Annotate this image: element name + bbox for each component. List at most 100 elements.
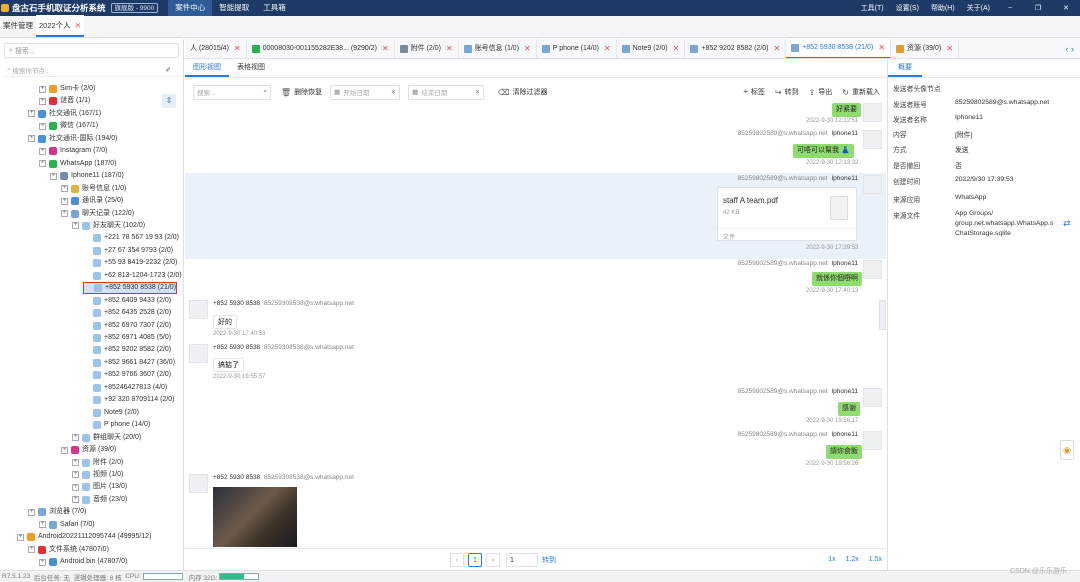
minimize-icon[interactable]: −: [996, 5, 1024, 12]
delete-restore-button[interactable]: 🗑 删除恢复: [281, 87, 322, 97]
tree-node[interactable]: + Android.bin (47807/0): [39, 556, 127, 568]
menu-settings[interactable]: 设置(S): [890, 3, 925, 13]
expand-toggle-icon[interactable]: +: [72, 471, 79, 479]
tree-node[interactable]: + 音频 (23/0): [72, 494, 127, 506]
tree-node[interactable]: ++852 5930 8538 (21/0): [83, 282, 178, 295]
tree-node[interactable]: + 资源 (39/0): [61, 444, 116, 456]
file-attachment-card[interactable]: staff A team.pdf 42 KB 文件: [717, 187, 857, 241]
document-tab[interactable]: +852 9202 8582 (2/0) ✕: [685, 39, 787, 58]
tree-node[interactable]: ++852 9766 3607 (2/0): [83, 369, 171, 381]
chat-view[interactable]: 好紧要 2022-9-30 12:12:51 85259802589@s.wha…: [185, 103, 886, 548]
document-tab[interactable]: 账号信息 (1/0) ✕: [459, 39, 537, 58]
property-value[interactable]: 否: [955, 160, 962, 170]
tree-node[interactable]: + Instagram (7/0): [39, 145, 107, 157]
tree-node[interactable]: ++27 67 354 9793 (2/0): [83, 245, 173, 257]
close-tab-icon[interactable]: ✕: [446, 39, 453, 58]
expand-toggle-icon[interactable]: +: [72, 459, 79, 466]
document-tab[interactable]: P phone (14/0) ✕: [537, 39, 617, 58]
document-tab[interactable]: 00008030-001155282E38... (9290/2) ✕: [247, 39, 395, 58]
tree-node[interactable]: + 谜音 (1/1): [39, 95, 90, 107]
property-value[interactable]: App Groups/: [955, 210, 993, 217]
clear-filter-button[interactable]: ⌫ 清除过滤器: [498, 87, 547, 97]
zoom-1-2x-button[interactable]: 1.2x: [846, 556, 859, 563]
tree-node[interactable]: + 好友聊天 (102/0): [72, 220, 145, 232]
tree-node[interactable]: + 微信 (167/1): [39, 120, 98, 132]
expand-toggle-icon[interactable]: +: [39, 521, 46, 529]
expand-toggle-icon[interactable]: +: [61, 210, 68, 217]
property-value[interactable]: 2022/9/30 17:39:53: [955, 176, 1014, 183]
tab-table-view[interactable]: 表格视图: [229, 58, 273, 77]
expand-toggle-icon[interactable]: +: [61, 185, 68, 193]
document-tab[interactable]: Note9 (2/0) ✕: [617, 39, 686, 58]
expand-toggle-icon[interactable]: +: [28, 110, 35, 118]
tree-node[interactable]: + 社交通讯 (167/1): [28, 108, 101, 120]
tree-search-input[interactable]: ⌕ 搜索...: [4, 43, 179, 58]
tree-node[interactable]: + 浏览器 (7/0): [28, 506, 86, 518]
close-tab-icon[interactable]: ✕: [382, 39, 389, 58]
tree-node[interactable]: ++62 813-1204-1723 (2/0): [83, 270, 182, 282]
close-tab-icon[interactable]: ✕: [774, 39, 781, 58]
expand-toggle-icon[interactable]: +: [61, 446, 68, 454]
tree-node[interactable]: ++852 6409 9433 (2/0): [83, 295, 171, 307]
message-bubble[interactable]: 感谢: [838, 402, 860, 416]
tree-node[interactable]: ++852 6970 7307 (2/0): [83, 320, 171, 332]
floating-tool-icon[interactable]: ◉: [1060, 440, 1074, 460]
chat-search-input[interactable]: 搜索... ⌕: [193, 84, 271, 100]
tree-node[interactable]: + Iphone11 (187/0): [50, 170, 124, 182]
tree-node[interactable]: ++92 320 8709114 (2/0): [83, 394, 175, 406]
reload-button[interactable]: ↻ 重新载入: [842, 87, 880, 97]
property-value[interactable]: WhatsApp: [955, 194, 986, 201]
expand-toggle-icon[interactable]: +: [39, 147, 46, 155]
property-value[interactable]: 85259802589@s.whatsapp.net: [955, 99, 1049, 106]
property-value[interactable]: group.net.whatsapp.WhatsApp.s: [955, 220, 1053, 227]
message-bubble[interactable]: 可唔可以幫我 👗: [793, 144, 854, 158]
goto-button[interactable]: ↪ 转到: [775, 87, 799, 97]
expand-toggle-icon[interactable]: +: [39, 558, 46, 566]
expand-toggle-icon[interactable]: +: [28, 135, 35, 143]
close-tab-icon[interactable]: ✕: [604, 39, 611, 58]
end-date-input[interactable]: ▦ 结束日期 ✕: [408, 84, 485, 100]
tree-node[interactable]: + 社交通讯-国际 (194/0): [28, 133, 117, 145]
expand-toggle-icon[interactable]: +: [72, 496, 79, 504]
expand-toggle-icon[interactable]: +: [61, 197, 68, 205]
tree-node[interactable]: + Safari (7/0): [39, 519, 95, 531]
open-file-icon[interactable]: ⇄: [1063, 218, 1071, 229]
close-tab-icon[interactable]: ✕: [524, 39, 531, 58]
tree-node[interactable]: ++55 93 8419-2232 (2/0): [83, 257, 177, 269]
message-bubble[interactable]: 好紧要: [832, 103, 861, 117]
search-icon[interactable]: ⌕: [263, 88, 267, 96]
property-value[interactable]: ChatStorage.sqlite: [955, 230, 1011, 237]
clear-date-icon[interactable]: ✕: [391, 88, 396, 96]
clear-filter-icon[interactable]: ✐: [166, 66, 171, 74]
close-tab-icon[interactable]: ✕: [75, 21, 81, 30]
menu-toolbox[interactable]: 工具箱: [256, 0, 293, 16]
tree-node[interactable]: + WhatsApp (187/0): [39, 158, 116, 170]
close-tab-icon[interactable]: ✕: [234, 39, 241, 58]
zoom-1-5x-button[interactable]: 1.5x: [869, 556, 882, 563]
close-tab-icon[interactable]: ✕: [878, 39, 885, 58]
image-attachment[interactable]: [213, 487, 297, 547]
menu-case-center[interactable]: 案件中心: [168, 0, 213, 16]
export-button[interactable]: ⇪ 导出: [809, 87, 833, 97]
expand-toggle-icon[interactable]: +: [39, 122, 46, 130]
goto-page-button[interactable]: 转到: [542, 555, 556, 565]
restore-icon[interactable]: ❐: [1024, 4, 1052, 12]
tab-graphic-view[interactable]: 图形视图: [185, 58, 229, 77]
expand-toggle-icon[interactable]: +: [39, 85, 46, 93]
tree-node[interactable]: + 视频 (1/0): [72, 469, 123, 481]
menu-tools[interactable]: 工具(T): [855, 3, 890, 13]
expand-toggle-icon[interactable]: +: [72, 483, 79, 491]
tree-node[interactable]: + Android20221112095744 (49995/12): [17, 531, 151, 543]
document-tab[interactable]: 资源 (39/0) ✕: [891, 39, 959, 58]
tree-node[interactable]: + 通讯录 (25/0): [61, 195, 123, 207]
tree-node[interactable]: + 群组聊天 (20/0): [72, 432, 141, 444]
close-window-icon[interactable]: ✕: [1052, 4, 1080, 12]
property-value[interactable]: Iphone11: [955, 114, 983, 121]
tree-node[interactable]: +Note9 (2/0): [83, 407, 139, 419]
tree-node[interactable]: + Sim卡 (2/0): [39, 83, 95, 95]
current-page-button[interactable]: 1: [468, 552, 482, 567]
close-tab-icon[interactable]: ✕: [946, 39, 953, 58]
tree-node[interactable]: ++852 6971 4085 (5/0): [83, 332, 171, 344]
tree-node[interactable]: +P phone (14/0): [83, 419, 150, 431]
property-value[interactable]: [附件]: [955, 129, 972, 139]
